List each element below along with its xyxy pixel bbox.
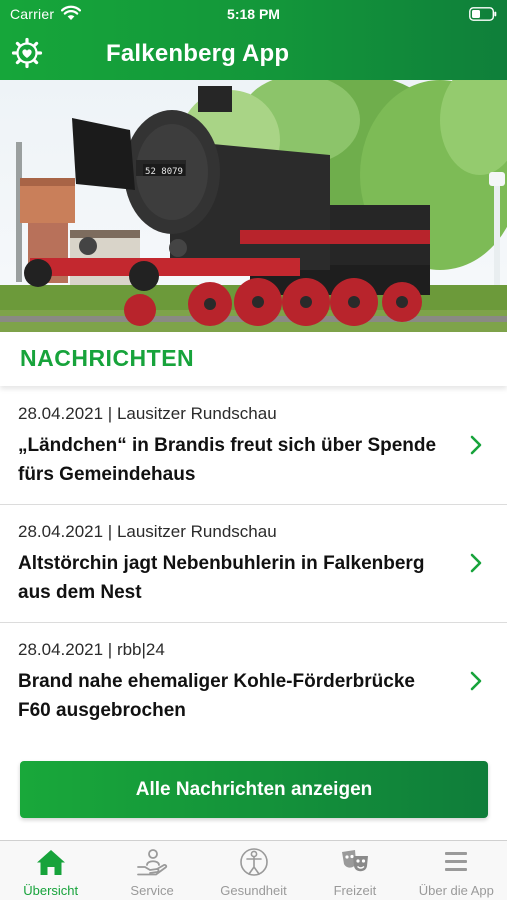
menu-icon [445,852,468,871]
tab-label: Freizeit [333,883,377,898]
news-section-title: NACHRICHTEN [20,345,195,371]
news-meta: 28.04.2021 | rbb|24 [18,640,165,659]
tab-overview[interactable]: Übersicht [0,841,101,900]
top-bar: Carrier 5:18 PM Falkenberg App [0,0,507,80]
tab-label: Service [130,883,174,898]
all-news-button[interactable]: Alle Nachrichten anzeigen [20,761,488,818]
status-bar: Carrier 5:18 PM [0,0,507,28]
home-icon [36,850,65,875]
gear-heart-icon [11,37,43,69]
tab-health[interactable]: Gesundheit [203,841,304,900]
theater-masks-icon [341,850,368,872]
chevron-right-icon [470,553,482,573]
hero-image: 52 8079 [0,80,507,332]
tab-about[interactable]: Über die App [406,841,507,900]
chevron-right-icon [470,435,482,455]
locomotive-number: 52 8079 [145,167,183,177]
news-title: Altstörchin jagt Nebenbuhlerin in Falken… [18,553,425,603]
tab-leisure[interactable]: Freizeit [304,841,405,900]
locomotive-photo: 52 8079 [0,80,507,332]
service-hand-icon [137,849,168,876]
news-item[interactable]: 28.04.2021 | Lausitzer Rundschau „Ländch… [0,387,507,505]
chevron-right-icon [470,671,482,691]
app-title: Falkenberg App [106,40,290,67]
news-title: „Ländchen“ in Brandis freut sich über Sp… [18,435,437,485]
news-list: 28.04.2021 | Lausitzer Rundschau „Ländch… [0,387,507,741]
news-item[interactable]: 28.04.2021 | Lausitzer Rundschau Altstör… [0,505,507,623]
news-section-header: NACHRICHTEN [0,332,507,386]
tab-label: Über die App [418,883,494,898]
news-meta: 28.04.2021 | Lausitzer Rundschau [18,404,277,423]
clock: 5:18 PM [227,6,280,22]
tab-label: Übersicht [23,883,79,898]
app-header: Falkenberg App [0,28,507,80]
tab-bar: Übersicht Service Gesundheit Freizeit Üb… [0,840,507,900]
settings-button[interactable] [10,36,44,70]
battery-icon [469,7,497,21]
news-title: Brand nahe ehemaliger Kohle-Förderbrücke… [18,671,415,721]
news-item[interactable]: 28.04.2021 | rbb|24 Brand nahe ehemalige… [0,623,507,741]
news-meta: 28.04.2021 | Lausitzer Rundschau [18,522,277,541]
health-person-icon [239,848,268,876]
tab-label: Gesundheit [220,883,287,898]
tab-service[interactable]: Service [101,841,202,900]
